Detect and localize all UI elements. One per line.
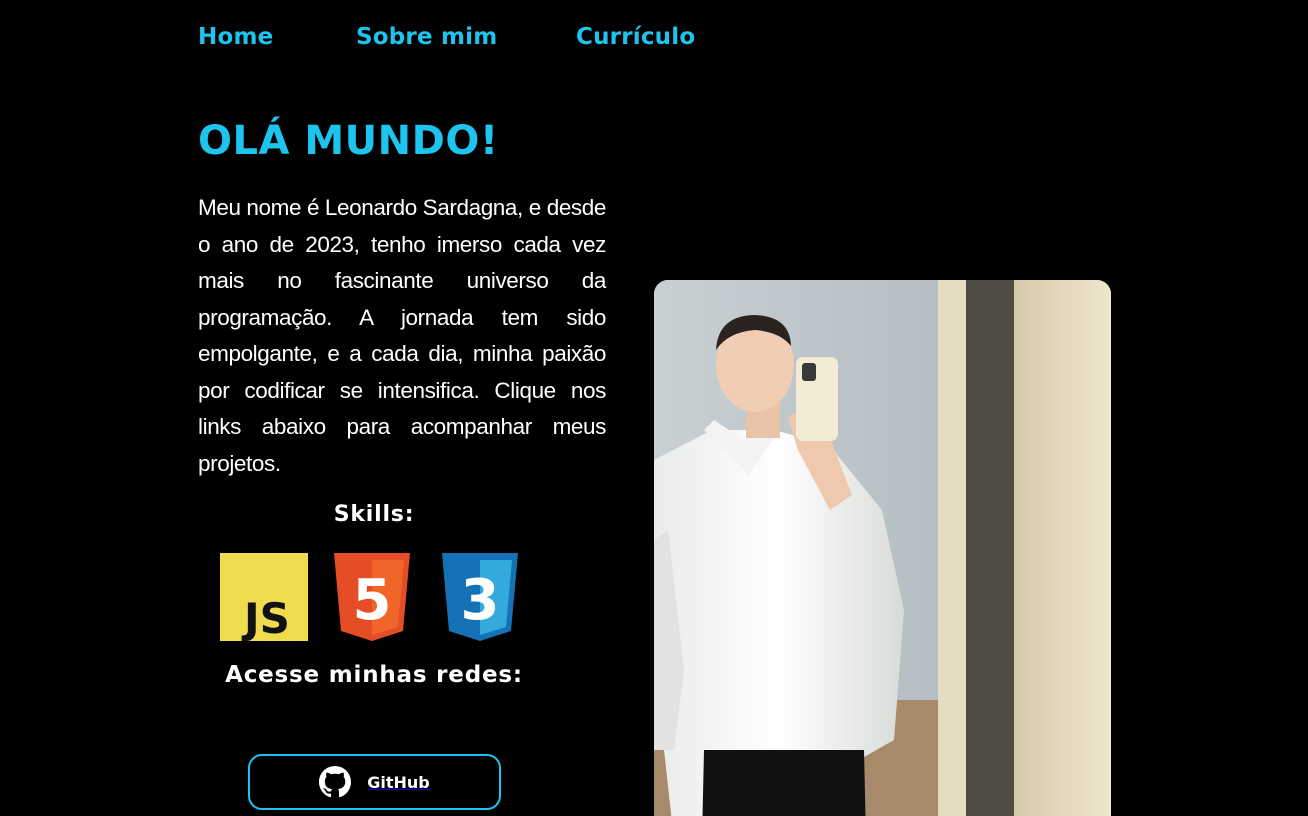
skills-title: Skills: bbox=[333, 502, 415, 527]
skills-list: JS 5 3 bbox=[220, 553, 524, 641]
javascript-icon-text: JS bbox=[241, 594, 290, 641]
profile-photo bbox=[654, 280, 1111, 816]
nav-resume-link[interactable]: Currículo bbox=[576, 24, 695, 50]
nav-home-link[interactable]: Home bbox=[198, 24, 356, 50]
html5-icon-text: 5 bbox=[353, 568, 392, 633]
github-button[interactable]: GitHub bbox=[248, 754, 501, 810]
html5-icon: 5 bbox=[328, 553, 416, 641]
css3-icon: 3 bbox=[436, 553, 524, 641]
intro-paragraph: Meu nome é Leonardo Sardagna, e desde o … bbox=[198, 195, 607, 476]
hero-title: OLÁ MUNDO! bbox=[198, 118, 499, 164]
github-button-label: GitHub bbox=[367, 772, 430, 792]
css3-icon-text: 3 bbox=[461, 568, 500, 633]
page: Home Sobre mim Currículo OLÁ MUNDO! Meu … bbox=[0, 0, 1308, 816]
nav-about-link[interactable]: Sobre mim bbox=[356, 24, 576, 50]
javascript-icon: JS bbox=[220, 553, 308, 641]
networks-title: Acesse minhas redes: bbox=[225, 662, 523, 688]
github-icon bbox=[319, 766, 352, 798]
top-nav: Home Sobre mim Currículo bbox=[198, 24, 695, 50]
